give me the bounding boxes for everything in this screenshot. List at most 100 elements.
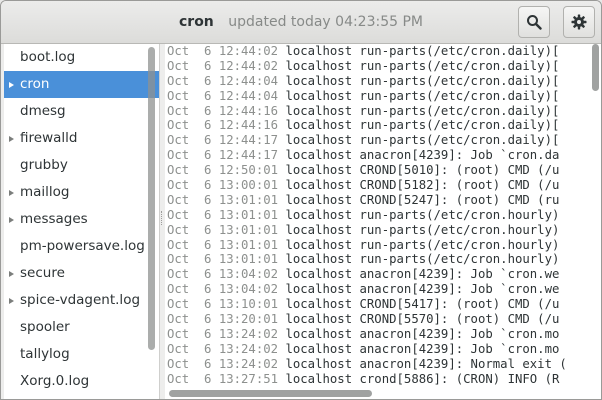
updated-timestamp: updated today 04:23:55 PM [228,14,424,30]
log-line: Oct 6 12:44:04 localhost run-parts(/etc/… [165,74,601,89]
log-message: localhost run-parts(/etc/cron.hourly) [278,222,560,237]
sidebar-item-label: grubby [20,157,68,173]
log-line: Oct 6 13:24:02 localhost anacron[4239]: … [165,357,601,372]
sidebar-item-label: boot.log [20,49,76,65]
expander-arrow-icon[interactable] [9,82,14,88]
sidebar-item[interactable]: messages [4,206,159,233]
sidebar-item[interactable]: Xorg.0.log [4,368,159,395]
log-line: Oct 6 13:20:01 localhost CROND[5570]: (r… [165,312,601,327]
expander-arrow-icon[interactable] [9,298,14,304]
log-line: Oct 6 13:01:01 localhost run-parts(/etc/… [165,208,601,223]
log-message: localhost run-parts(/etc/cron.daily)[ [278,133,560,148]
sidebar-item-label: spice-vdagent.log [20,292,141,308]
log-line: Oct 6 13:01:01 localhost CROND[5247]: (r… [165,193,601,208]
sidebar-scrollbar[interactable] [148,47,155,350]
log-message: localhost run-parts(/etc/cron.daily)[ [278,73,560,88]
log-message: localhost run-parts(/etc/cron.hourly) [278,237,560,252]
sidebar-item[interactable]: dmesg [4,98,159,125]
log-message: localhost CROND[5247]: (root) CMD (ru [278,192,560,207]
log-message: localhost run-parts(/etc/cron.hourly) [278,252,560,267]
expander-arrow-icon[interactable] [9,217,14,223]
log-horizontal-scrollbar[interactable] [169,390,372,397]
sidebar-item-label: cron [20,76,50,92]
log-line: Oct 6 13:01:01 localhost run-parts(/etc/… [165,238,601,253]
log-timestamp: Oct 6 13:04:02 [167,267,279,282]
log-message: localhost run-parts(/etc/cron.daily)[ [278,44,560,58]
log-line: Oct 6 13:04:02 localhost anacron[4239]: … [165,267,601,282]
expander-arrow-icon[interactable] [9,136,14,142]
sidebar-item[interactable]: firewalld [4,125,159,152]
sidebar-item[interactable]: tallylog [4,341,159,368]
sidebar-item[interactable]: spice-vdagent.log [4,287,159,314]
log-timestamp: Oct 6 13:01:01 [167,222,279,237]
log-message: localhost anacron[4239]: Job `cron.mo [278,341,560,356]
sidebar-item-label: dmesg [20,103,66,119]
sidebar-item[interactable]: spooler [4,314,159,341]
log-line: Oct 6 13:00:01 localhost CROND[5182]: (r… [165,178,601,193]
log-message: localhost CROND[5570]: (root) CMD (/u [278,312,560,327]
log-timestamp: Oct 6 13:20:01 [167,312,279,327]
log-message: localhost CROND[5010]: (root) CMD (/u [278,163,560,178]
log-line: Oct 6 13:10:01 localhost CROND[5417]: (r… [165,297,601,312]
log-message: localhost anacron[4239]: Job `cron.mo [278,326,560,341]
log-line: Oct 6 12:44:16 localhost run-parts(/etc/… [165,104,601,119]
log-line: Oct 6 13:01:01 localhost run-parts(/etc/… [165,252,601,267]
log-message: localhost run-parts(/etc/cron.daily)[ [278,103,560,118]
log-message: localhost anacron[4239]: Job `cron.da [278,148,560,163]
log-timestamp: Oct 6 12:44:02 [167,44,279,58]
log-message: localhost run-parts(/etc/cron.daily)[ [278,58,560,73]
log-timestamp: Oct 6 13:24:02 [167,326,279,341]
sidebar-item[interactable]: maillog [4,179,159,206]
log-timestamp: Oct 6 12:44:04 [167,88,279,103]
gear-icon [571,14,587,30]
log-line: Oct 6 12:44:02 localhost run-parts(/etc/… [165,59,601,74]
sidebar-item[interactable]: pm-powersave.log [4,233,159,260]
window-title: cron updated today 04:23:55 PM [1,14,601,30]
sidebar-item[interactable]: cron [4,71,159,98]
sidebar-item-label: Xorg.0.log [20,373,90,389]
expander-arrow-icon[interactable] [9,190,14,196]
header-bar: cron updated today 04:23:55 PM [1,1,601,44]
log-line: Oct 6 12:44:16 localhost run-parts(/etc/… [165,118,601,133]
log-message: localhost CROND[5417]: (root) CMD (/u [278,297,560,312]
log-line: Oct 6 13:24:02 localhost anacron[4239]: … [165,327,601,342]
sidebar-item-label: pm-powersave.log [20,238,145,254]
log-timestamp: Oct 6 13:24:02 [167,341,279,356]
log-message: localhost run-parts(/etc/cron.daily)[ [278,88,560,103]
sidebar-item[interactable]: boot.log [4,44,159,71]
log-message: localhost crond[5886]: (CRON) INFO (R [278,371,560,386]
log-timestamp: Oct 6 13:01:01 [167,207,279,222]
log-timestamp: Oct 6 12:44:16 [167,103,279,118]
sidebar-item[interactable]: grubby [4,152,159,179]
log-line: Oct 6 13:24:02 localhost anacron[4239]: … [165,342,601,357]
log-message: localhost run-parts(/etc/cron.daily)[ [278,118,560,133]
sidebar-item-label: maillog [20,184,70,200]
app-window: cron updated today 04:23:55 PM boot.log … [0,0,602,400]
sidebar-item-label: firewalld [20,130,78,146]
log-message: localhost anacron[4239]: Job `cron.we [278,282,560,297]
log-line: Oct 6 12:44:04 localhost run-parts(/etc/… [165,89,601,104]
log-timestamp: Oct 6 13:24:02 [167,356,279,371]
log-vertical-scrollbar[interactable] [592,44,599,91]
sidebar-item[interactable]: secure [4,260,159,287]
log-timestamp: Oct 6 13:00:01 [167,178,279,193]
log-line: Oct 6 12:44:17 localhost anacron[4239]: … [165,148,601,163]
sidebar-item-label: secure [20,265,65,281]
log-timestamp: Oct 6 12:44:16 [167,118,279,133]
log-message: localhost CROND[5182]: (root) CMD (/u [278,178,560,193]
gear-button[interactable] [563,6,595,38]
search-icon [527,15,542,30]
log-view: Oct 6 12:44:02 localhost run-parts(/etc/… [165,44,601,399]
log-timestamp: Oct 6 13:04:02 [167,282,279,297]
sidebar-item-label: spooler [20,319,70,335]
log-timestamp: Oct 6 12:44:02 [167,58,279,73]
sidebar-item-label: tallylog [20,346,70,362]
log-line: Oct 6 13:01:01 localhost run-parts(/etc/… [165,223,601,238]
search-button[interactable] [518,6,550,38]
expander-arrow-icon[interactable] [9,271,14,277]
log-timestamp: Oct 6 12:44:17 [167,148,279,163]
log-message: localhost run-parts(/etc/cron.hourly) [278,207,560,222]
log-line: Oct 6 12:44:02 localhost run-parts(/etc/… [165,44,601,59]
log-timestamp: Oct 6 13:01:01 [167,237,279,252]
log-timestamp: Oct 6 13:01:01 [167,252,279,267]
